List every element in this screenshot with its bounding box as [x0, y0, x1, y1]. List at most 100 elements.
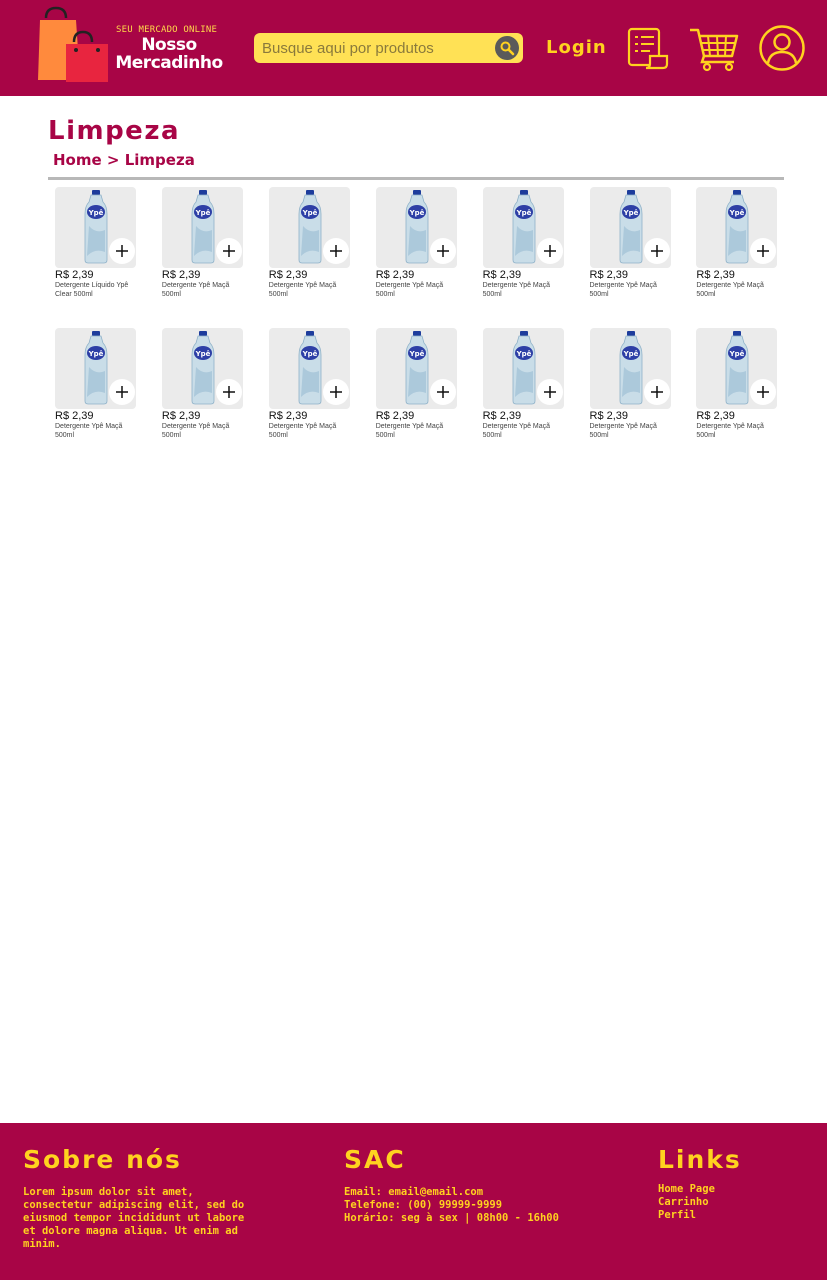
add-to-cart-button[interactable]: [322, 379, 349, 405]
product-name[interactable]: Detergente Ypê Maçã 500ml: [162, 423, 250, 440]
add-to-cart-button[interactable]: [750, 379, 777, 405]
product-name[interactable]: Detergente Ypê Maçã 500ml: [483, 423, 571, 440]
product-image[interactable]: Ypê: [268, 328, 350, 409]
footer-links-title: Links: [658, 1145, 742, 1174]
footer-sac-email: Email: email@email.com: [344, 1186, 484, 1198]
footer-sac-info: Email: email@email.com Telefone: (00) 99…: [344, 1186, 604, 1225]
product-price: R$ 2,39: [161, 410, 201, 422]
logo-tagline: SEU MERCADO ONLINE: [116, 25, 218, 35]
product-image[interactable]: Ypê: [161, 187, 243, 268]
product-card[interactable]: Ypê R$ 2,39 Detergente Ypê Maçã 500ml: [482, 328, 573, 448]
product-card[interactable]: Ypê R$ 2,39 Detergente Ypê Maçã 500ml: [589, 328, 680, 448]
product-card[interactable]: Ypê R$ 2,39 Detergente Ypê Maçã 500ml: [268, 187, 359, 307]
product-image[interactable]: Ypê: [589, 187, 671, 268]
add-to-cart-button[interactable]: [109, 238, 135, 264]
plus-icon: [116, 245, 128, 257]
product-card[interactable]: Ypê R$ 2,39 Detergente Ypê Maçã 500ml: [161, 187, 252, 307]
product-name[interactable]: Detergente Ypê Maçã 500ml: [590, 282, 678, 299]
svg-text:Ypê: Ypê: [515, 350, 531, 358]
plus-icon: [757, 386, 770, 398]
svg-text:Ypê: Ypê: [88, 209, 104, 217]
product-card[interactable]: Ypê R$ 2,39 Detergente Ypê Maçã 500ml: [55, 328, 145, 448]
add-to-cart-button[interactable]: [536, 379, 563, 405]
product-name[interactable]: Detergente Ypê Maçã 500ml: [696, 282, 784, 299]
profile-icon[interactable]: [758, 24, 806, 72]
product-name[interactable]: Detergente Ypê Maçã 500ml: [55, 423, 143, 440]
product-name[interactable]: Detergente Ypê Maçã 500ml: [696, 423, 784, 440]
product-image[interactable]: Ypê: [589, 328, 671, 409]
breadcrumb-current: Limpeza: [124, 151, 195, 169]
product-card[interactable]: Ypê R$ 2,39 Detergente Ypê Maçã 500ml: [375, 328, 466, 448]
product-image[interactable]: Ypê: [55, 187, 136, 268]
footer-link-profile[interactable]: Perfil: [658, 1209, 798, 1222]
search-input[interactable]: [262, 33, 492, 63]
product-image[interactable]: Ypê: [161, 328, 243, 409]
detergent-bottle-image: Ypê: [191, 190, 215, 264]
product-card[interactable]: Ypê R$ 2,39 Detergente Ypê Maçã 500ml: [696, 187, 786, 307]
svg-text:Ypê: Ypê: [515, 209, 531, 217]
product-name[interactable]: Detergente Ypê Maçã 500ml: [376, 282, 464, 299]
product-card[interactable]: Ypê R$ 2,39 Detergente Ypê Maçã 500ml: [268, 328, 359, 448]
product-name[interactable]: Detergente Ypê Maçã 500ml: [269, 282, 357, 299]
product-name[interactable]: Detergente Ypê Maçã 500ml: [376, 423, 464, 440]
product-name[interactable]: Detergente Líquido Ypê Clear 500ml: [55, 282, 143, 299]
breadcrumb-separator: >: [106, 151, 120, 169]
product-price: R$ 2,39: [482, 269, 522, 281]
product-price: R$ 2,39: [375, 410, 415, 422]
detergent-bottle-image: Ypê: [298, 190, 322, 264]
footer-about-text: Lorem ipsum dolor sit amet, consectetur …: [23, 1186, 245, 1250]
page-title: Limpeza: [48, 116, 180, 146]
product-card[interactable]: Ypê R$ 2,39 Detergente Ypê Maçã 500ml: [696, 328, 786, 448]
add-to-cart-button[interactable]: [536, 238, 563, 264]
add-to-cart-button[interactable]: [109, 379, 135, 405]
add-to-cart-button[interactable]: [429, 238, 456, 264]
search-icon: [500, 41, 515, 56]
add-to-cart-button[interactable]: [643, 238, 670, 264]
search-button[interactable]: [495, 36, 519, 60]
svg-text:Ypê: Ypê: [88, 350, 104, 358]
product-name[interactable]: Detergente Ypê Maçã 500ml: [483, 282, 571, 299]
shopping-bags-logo-icon: [38, 6, 108, 82]
svg-text:Ypê: Ypê: [408, 209, 424, 217]
product-image[interactable]: Ypê: [375, 328, 457, 409]
svg-text:Ypê: Ypê: [301, 350, 317, 358]
footer-link-cart[interactable]: Carrinho: [658, 1196, 798, 1209]
login-link[interactable]: Login: [546, 37, 607, 58]
product-image[interactable]: Ypê: [55, 328, 136, 409]
product-image[interactable]: Ypê: [482, 187, 564, 268]
product-image[interactable]: Ypê: [482, 328, 564, 409]
site-header: SEU MERCADO ONLINE Nosso Mercadinho Logi…: [0, 0, 827, 96]
add-to-cart-button[interactable]: [215, 379, 242, 405]
product-card[interactable]: Ypê R$ 2,39 Detergente Ypê Maçã 500ml: [482, 187, 573, 307]
cart-icon[interactable]: [688, 26, 740, 72]
product-card[interactable]: Ypê R$ 2,39 Detergente Ypê Maçã 500ml: [589, 187, 680, 307]
orders-icon[interactable]: [626, 26, 670, 70]
plus-icon: [436, 386, 449, 398]
product-card[interactable]: Ypê R$ 2,39 Detergente Ypê Maçã 500ml: [375, 187, 466, 307]
product-card[interactable]: Ypê R$ 2,39 Detergente Ypê Maçã 500ml: [161, 328, 252, 448]
product-image[interactable]: Ypê: [696, 328, 778, 409]
product-price: R$ 2,39: [55, 269, 94, 281]
add-to-cart-button[interactable]: [322, 238, 349, 264]
product-name[interactable]: Detergente Ypê Maçã 500ml: [269, 423, 357, 440]
breadcrumb-home-link[interactable]: Home: [53, 151, 102, 169]
add-to-cart-button[interactable]: [215, 238, 242, 264]
search-bar: [254, 33, 523, 63]
svg-text:Ypê: Ypê: [408, 350, 424, 358]
detergent-bottle-image: Ypê: [725, 331, 749, 405]
add-to-cart-button[interactable]: [750, 238, 777, 264]
add-to-cart-button[interactable]: [643, 379, 670, 405]
add-to-cart-button[interactable]: [429, 379, 456, 405]
svg-text:Ypê: Ypê: [622, 209, 638, 217]
product-card[interactable]: Ypê R$ 2,39 Detergente Líquido Ypê Clear 5…: [55, 187, 145, 307]
logo[interactable]: SEU MERCADO ONLINE Nosso Mercadinho: [36, 6, 223, 84]
product-name[interactable]: Detergente Ypê Maçã 500ml: [162, 282, 250, 299]
product-image[interactable]: Ypê: [268, 187, 350, 268]
product-image[interactable]: Ypê: [696, 187, 778, 268]
plus-icon: [650, 386, 663, 398]
product-price: R$ 2,39: [589, 410, 629, 422]
footer-link-home[interactable]: Home Page: [658, 1183, 798, 1196]
product-name[interactable]: Detergente Ypê Maçã 500ml: [590, 423, 678, 440]
product-image[interactable]: Ypê: [375, 187, 457, 268]
detergent-bottle-image: Ypê: [619, 331, 642, 405]
